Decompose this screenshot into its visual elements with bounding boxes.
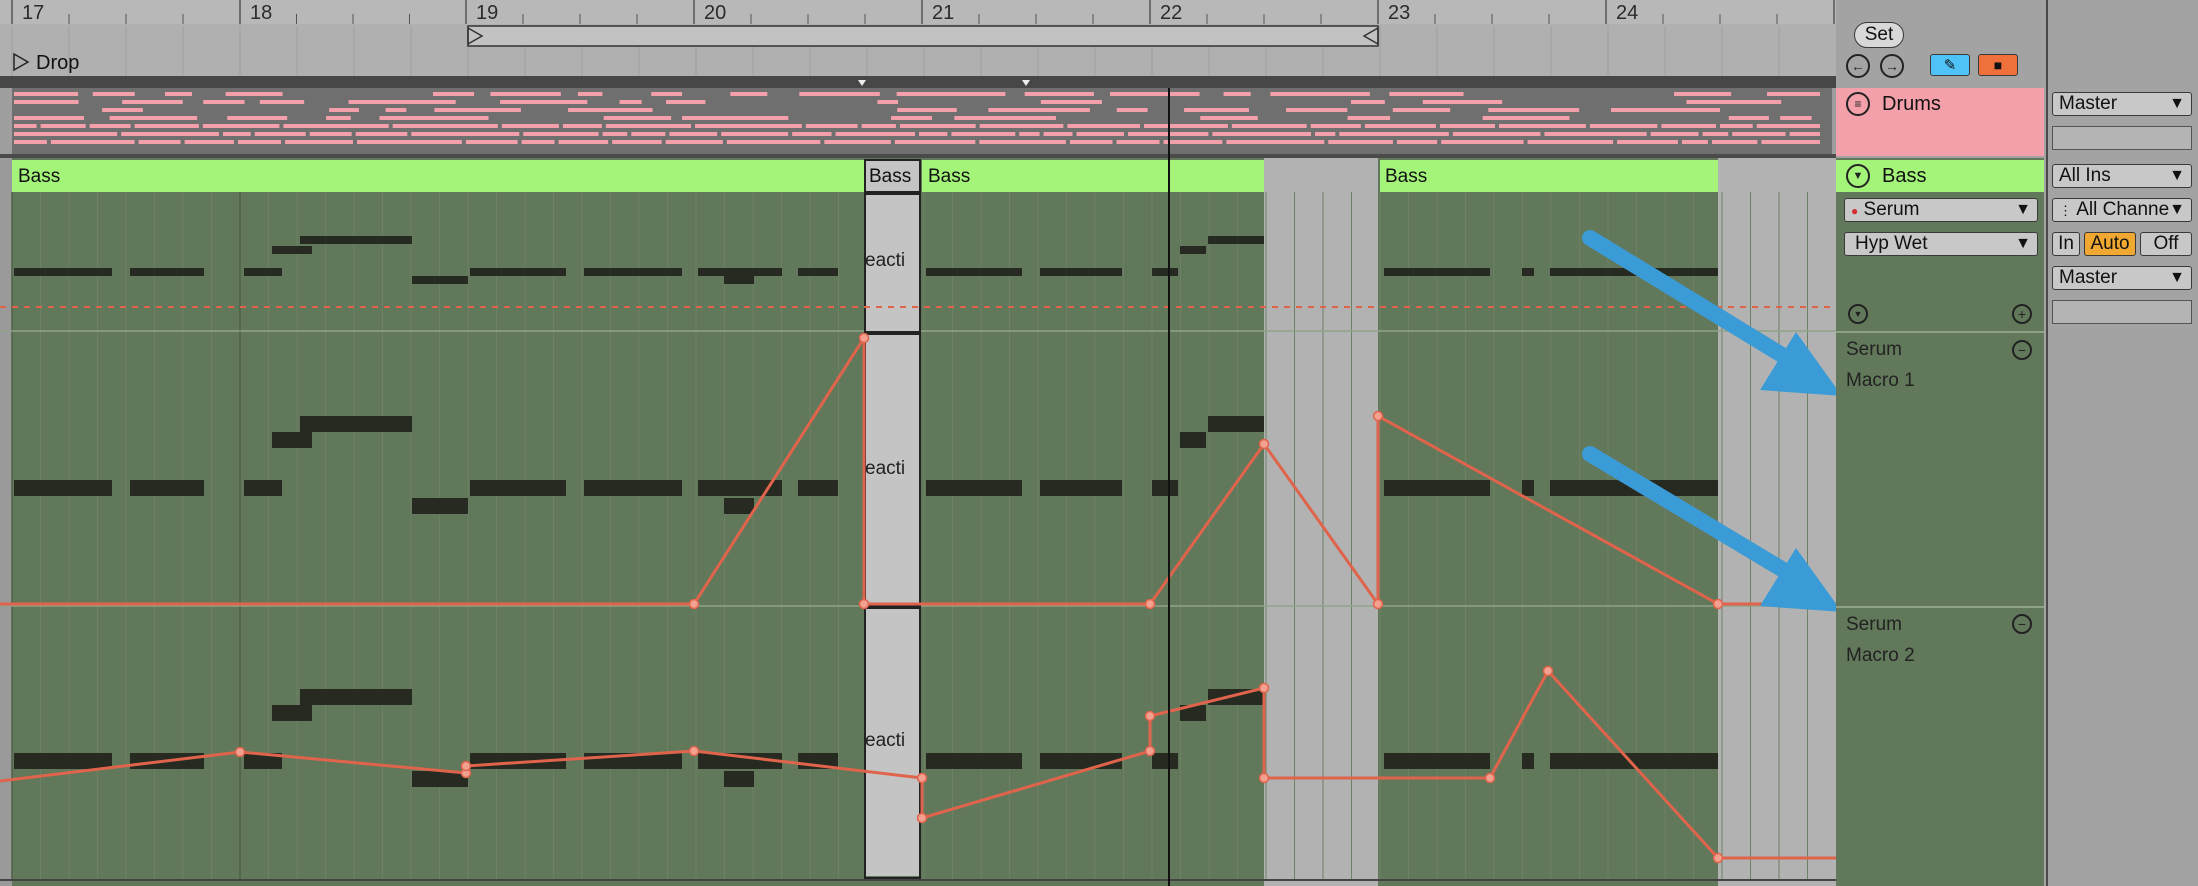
remove-lane-2-icon[interactable]: − — [2012, 614, 2032, 634]
monitor-in-button[interactable]: In — [2052, 232, 2080, 256]
pencil-icon[interactable]: ✎ — [1930, 54, 1970, 76]
bass-track-header[interactable] — [1836, 158, 2044, 886]
set-button[interactable]: Set — [1854, 22, 1904, 48]
monitor-auto-button[interactable]: Auto — [2084, 232, 2136, 256]
lane-2-parameter: Macro 2 — [1846, 645, 1915, 666]
loop-brace[interactable] — [467, 25, 1379, 47]
lane-fold-icon[interactable]: ▼ — [1848, 304, 1868, 324]
bass-output-channel[interactable] — [2052, 300, 2192, 324]
lane-2-device: Serum — [1846, 614, 1902, 635]
bass-input-type-chooser[interactable]: All Ins ▼ — [2052, 164, 2192, 188]
deactivated-label-3: eacti — [865, 730, 906, 751]
drums-track-name[interactable]: Drums — [1882, 93, 1941, 116]
parameter-chooser[interactable]: Hyp Wet ▼ — [1844, 232, 2038, 256]
lane-1-parameter: Macro 1 — [1846, 370, 1915, 391]
track-menu-icon[interactable]: ≡ — [1846, 92, 1870, 116]
locator-label[interactable]: Drop — [36, 52, 79, 75]
bass-clip-4-header[interactable] — [1380, 160, 1718, 192]
bar-number-23: 23 — [1388, 2, 1411, 24]
bass-clip-3-header[interactable] — [922, 160, 1264, 192]
drums-output-channel[interactable] — [2052, 126, 2192, 150]
bar-number-21: 21 — [932, 2, 955, 24]
monitor-off-button[interactable]: Off — [2140, 232, 2192, 256]
bar-number-17: 17 — [22, 2, 45, 24]
io-panel: Master▼ All Ins▼ ⋮ All Channels▼ In Auto… — [2046, 0, 2198, 886]
lock-icon[interactable]: ■ — [1978, 54, 2018, 76]
bar-number-22: 22 — [1160, 2, 1183, 24]
deactivated-label-2: eacti — [865, 458, 906, 479]
bass-clip-1-header[interactable] — [12, 160, 864, 192]
bass-output-chooser[interactable]: Master ▼ — [2052, 266, 2192, 290]
fold-chevron-icon[interactable]: ▼ — [1846, 164, 1870, 188]
drums-output-chooser[interactable]: Master ▼ — [2052, 92, 2192, 116]
drums-clip[interactable] — [12, 88, 1832, 154]
add-lane-icon[interactable]: + — [2012, 304, 2032, 324]
bass-input-channel-chooser[interactable]: ⋮ All Channels▼ — [2052, 198, 2192, 222]
bass-clip-1-name: Bass — [18, 166, 61, 187]
bass-track-name[interactable]: Bass — [1882, 165, 1926, 188]
timeline-ruler[interactable] — [0, 0, 1836, 24]
arrangement-view[interactable] — [0, 0, 1836, 886]
deactivated-label-1: eacti — [865, 250, 906, 271]
arrow-right-icon[interactable]: → — [1880, 54, 1904, 78]
device-chooser[interactable]: ● Serum ▼ — [1844, 198, 2038, 222]
channel-icon: ⋮ — [2059, 203, 2072, 218]
bass-clip-2-name: Bass — [869, 166, 912, 187]
bar-number-24: 24 — [1616, 2, 1639, 24]
track-header-panel: Set ← → ✎ ■ ≡ Drums ▼ Bass ● Serum ▼ Hyp … — [1836, 0, 2046, 886]
remove-lane-1-icon[interactable]: − — [2012, 340, 2032, 360]
bass-clip-4-name: Bass — [1385, 166, 1428, 187]
bar-number-19: 19 — [476, 2, 499, 24]
bass-clip-3-name: Bass — [928, 166, 971, 187]
lane-1-device: Serum — [1846, 339, 1902, 360]
arrow-left-icon[interactable]: ← — [1846, 54, 1870, 78]
bar-number-18: 18 — [250, 2, 273, 24]
bar-number-20: 20 — [704, 2, 727, 24]
